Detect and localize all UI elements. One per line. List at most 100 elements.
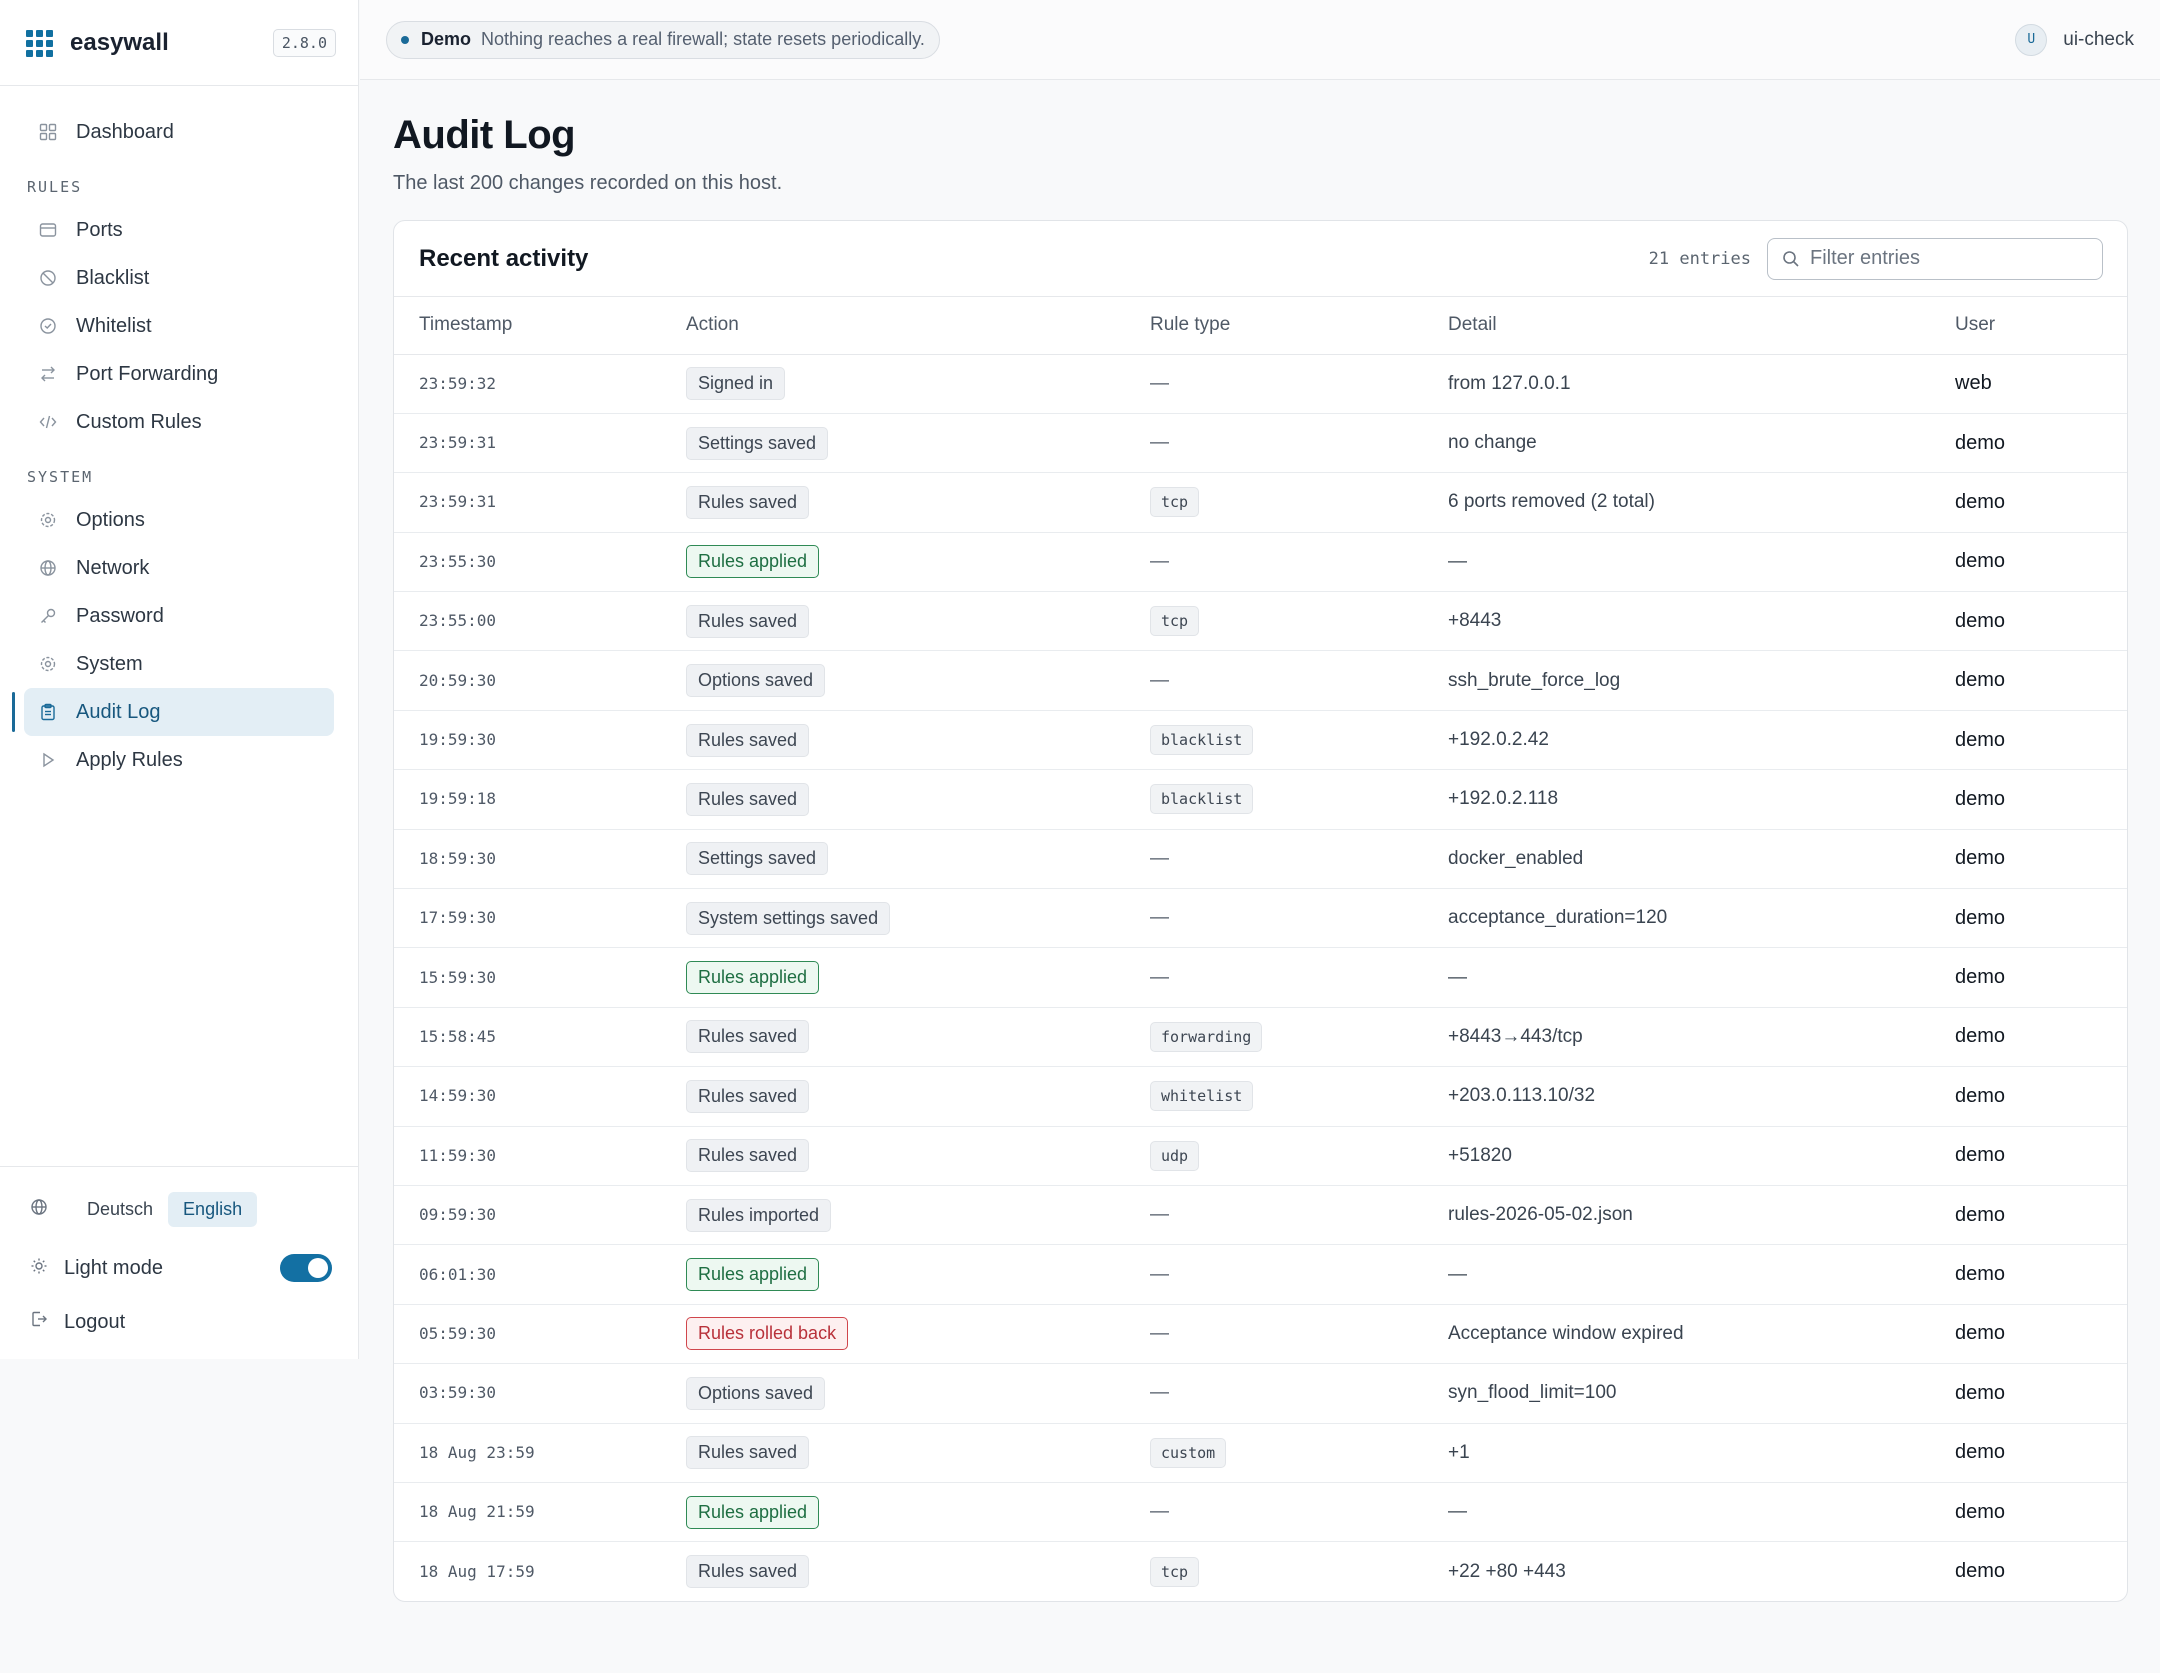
timestamp-cell: 09:59:30 (394, 1185, 686, 1246)
filter-field[interactable] (1767, 237, 2103, 280)
sidebar-item-label: Options (76, 508, 145, 531)
timestamp-cell: 19:59:18 (394, 769, 686, 830)
sidebar-item-label: Port Forwarding (76, 362, 219, 385)
action-badge: Rules saved (686, 1436, 810, 1470)
timestamp-cell: 18 Aug 17:59 (394, 1542, 686, 1601)
theme-mode-row: Light mode (30, 1243, 332, 1293)
action-badge: Rules rolled back (686, 1317, 849, 1351)
timestamp-cell: 11:59:30 (394, 1126, 686, 1186)
theme-toggle[interactable] (280, 1254, 332, 1282)
table-row: 09:59:30 Rules imported — rules-2026-05-02.… (394, 1185, 2127, 1246)
timestamp-cell: 19:59:30 (394, 710, 686, 771)
header-rule-type[interactable]: Rule type (1150, 297, 1448, 355)
user-cell: demo (1955, 650, 2127, 711)
sidebar-item-blacklist[interactable]: Blacklist (24, 254, 334, 302)
globe-icon (30, 1198, 50, 1221)
sidebar-item-dashboard[interactable]: Dashboard (24, 108, 334, 156)
header-action[interactable]: Action (686, 297, 1150, 355)
sidebar-item-port-forwarding[interactable]: Port Forwarding (24, 350, 334, 398)
action-cell: Rules imported (686, 1185, 1150, 1246)
action-cell: Rules applied (686, 1244, 1150, 1305)
user-cell: demo (1955, 472, 2127, 533)
user-cell: demo (1955, 829, 2127, 890)
empty-value: — (1150, 669, 1169, 691)
timestamp-cell: 20:59:30 (394, 650, 686, 711)
filter-input[interactable] (1810, 247, 2088, 270)
timestamp-cell: 18:59:30 (394, 829, 686, 890)
page-subtitle: The last 200 changes recorded on this ho… (393, 172, 783, 194)
timestamp-cell: 03:59:30 (394, 1363, 686, 1424)
rule-type-tag: tcp (1150, 1556, 1200, 1587)
timestamp: 11:59:30 (419, 1145, 497, 1165)
language-deutsch-button[interactable]: Deutsch (72, 1192, 168, 1227)
demo-text: Nothing reaches a real firewall; state r… (481, 29, 925, 49)
action-badge: Signed in (686, 367, 786, 401)
sidebar-item-password[interactable]: Password (24, 592, 334, 640)
sidebar-item-label: Blacklist (76, 266, 150, 289)
detail-cell: rules-2026-05-02.json (1448, 1185, 1955, 1246)
table-row: 23:59:32 Signed in — from 127.0.0.1 web (394, 354, 2127, 414)
rule-type-cell: custom (1150, 1423, 1448, 1483)
user-cell: demo (1955, 1007, 2127, 1068)
top-bar: Demo Nothing reaches a real firewall; st… (360, 0, 2160, 80)
table-row: 03:59:30 Options saved — syn_flood_limit=10… (394, 1363, 2127, 1424)
timestamp: 23:55:00 (419, 611, 497, 631)
sidebar-item-system[interactable]: System (24, 640, 334, 688)
timestamp-cell: 14:59:30 (394, 1066, 686, 1127)
empty-value: — (1150, 1501, 1169, 1523)
rule-type-tag: tcp (1150, 606, 1200, 637)
user-cell: demo (1955, 947, 2127, 1008)
page-title: Audit Log (393, 113, 576, 157)
sidebar-item-network[interactable]: Network (24, 544, 334, 592)
easywall-logo-icon[interactable] (26, 29, 54, 57)
main-nav: Dashboard RULES Ports Blacklist Whitelis… (0, 86, 358, 784)
sidebar-item-apply-rules[interactable]: Apply Rules (24, 736, 334, 784)
search-icon (1782, 250, 1800, 268)
rule-type-tag: udp (1150, 1140, 1200, 1171)
language-english-button[interactable]: English (168, 1191, 258, 1227)
sidebar-item-custom-rules[interactable]: Custom Rules (24, 398, 334, 446)
action-badge: Options saved (686, 1376, 826, 1410)
sidebar-item-whitelist[interactable]: Whitelist (24, 302, 334, 350)
rule-type-cell: — (1150, 650, 1448, 711)
rule-type-cell: — (1150, 1304, 1448, 1365)
empty-value: — (1150, 847, 1169, 869)
action-cell: Rules saved (686, 1423, 1150, 1483)
detail-cell: — (1448, 947, 1955, 1008)
rule-type-cell: forwarding (1150, 1007, 1448, 1068)
user-cell: demo (1955, 1482, 2127, 1543)
action-cell: Rules saved (686, 1007, 1150, 1068)
action-cell: Rules saved (686, 1542, 1150, 1601)
globe-icon (38, 558, 58, 578)
action-badge: Rules saved (686, 1079, 810, 1113)
action-badge: Rules saved (686, 604, 810, 638)
sidebar-item-options[interactable]: Options (24, 496, 334, 544)
user-menu[interactable]: U ui-check (2015, 23, 2134, 56)
timestamp-cell: 23:55:30 (394, 532, 686, 593)
timestamp: 17:59:30 (419, 908, 497, 928)
detail-cell: from 127.0.0.1 (1448, 354, 1955, 414)
dashboard-icon (38, 122, 58, 142)
action-cell: Signed in (686, 354, 1150, 414)
table-row: 20:59:30 Options saved — ssh_brute_force_lo… (394, 650, 2127, 711)
timestamp: 18:59:30 (419, 848, 497, 868)
table-row: 17:59:30 System settings saved — acceptance… (394, 888, 2127, 949)
app-name[interactable]: easywall (70, 29, 273, 57)
header-timestamp[interactable]: Timestamp (394, 297, 686, 355)
header-user[interactable]: User (1955, 297, 2127, 355)
code-icon (38, 412, 58, 432)
sun-icon (30, 1257, 50, 1280)
action-badge: Rules applied (686, 1495, 820, 1529)
timestamp: 23:59:31 (419, 433, 497, 453)
empty-value: — (1150, 372, 1169, 394)
logout-button[interactable]: Logout (30, 1299, 332, 1345)
rule-type-cell: — (1150, 354, 1448, 414)
sidebar-item-ports[interactable]: Ports (24, 206, 334, 254)
timestamp-cell: 18 Aug 21:59 (394, 1482, 686, 1543)
action-badge: Rules applied (686, 961, 820, 995)
card-header: Recent activity 21 entries (394, 221, 2127, 297)
header-detail[interactable]: Detail (1448, 297, 1955, 355)
rule-type-cell: — (1150, 1185, 1448, 1246)
empty-value: — (1150, 1204, 1169, 1226)
sidebar-item-audit-log[interactable]: Audit Log (12, 688, 334, 736)
